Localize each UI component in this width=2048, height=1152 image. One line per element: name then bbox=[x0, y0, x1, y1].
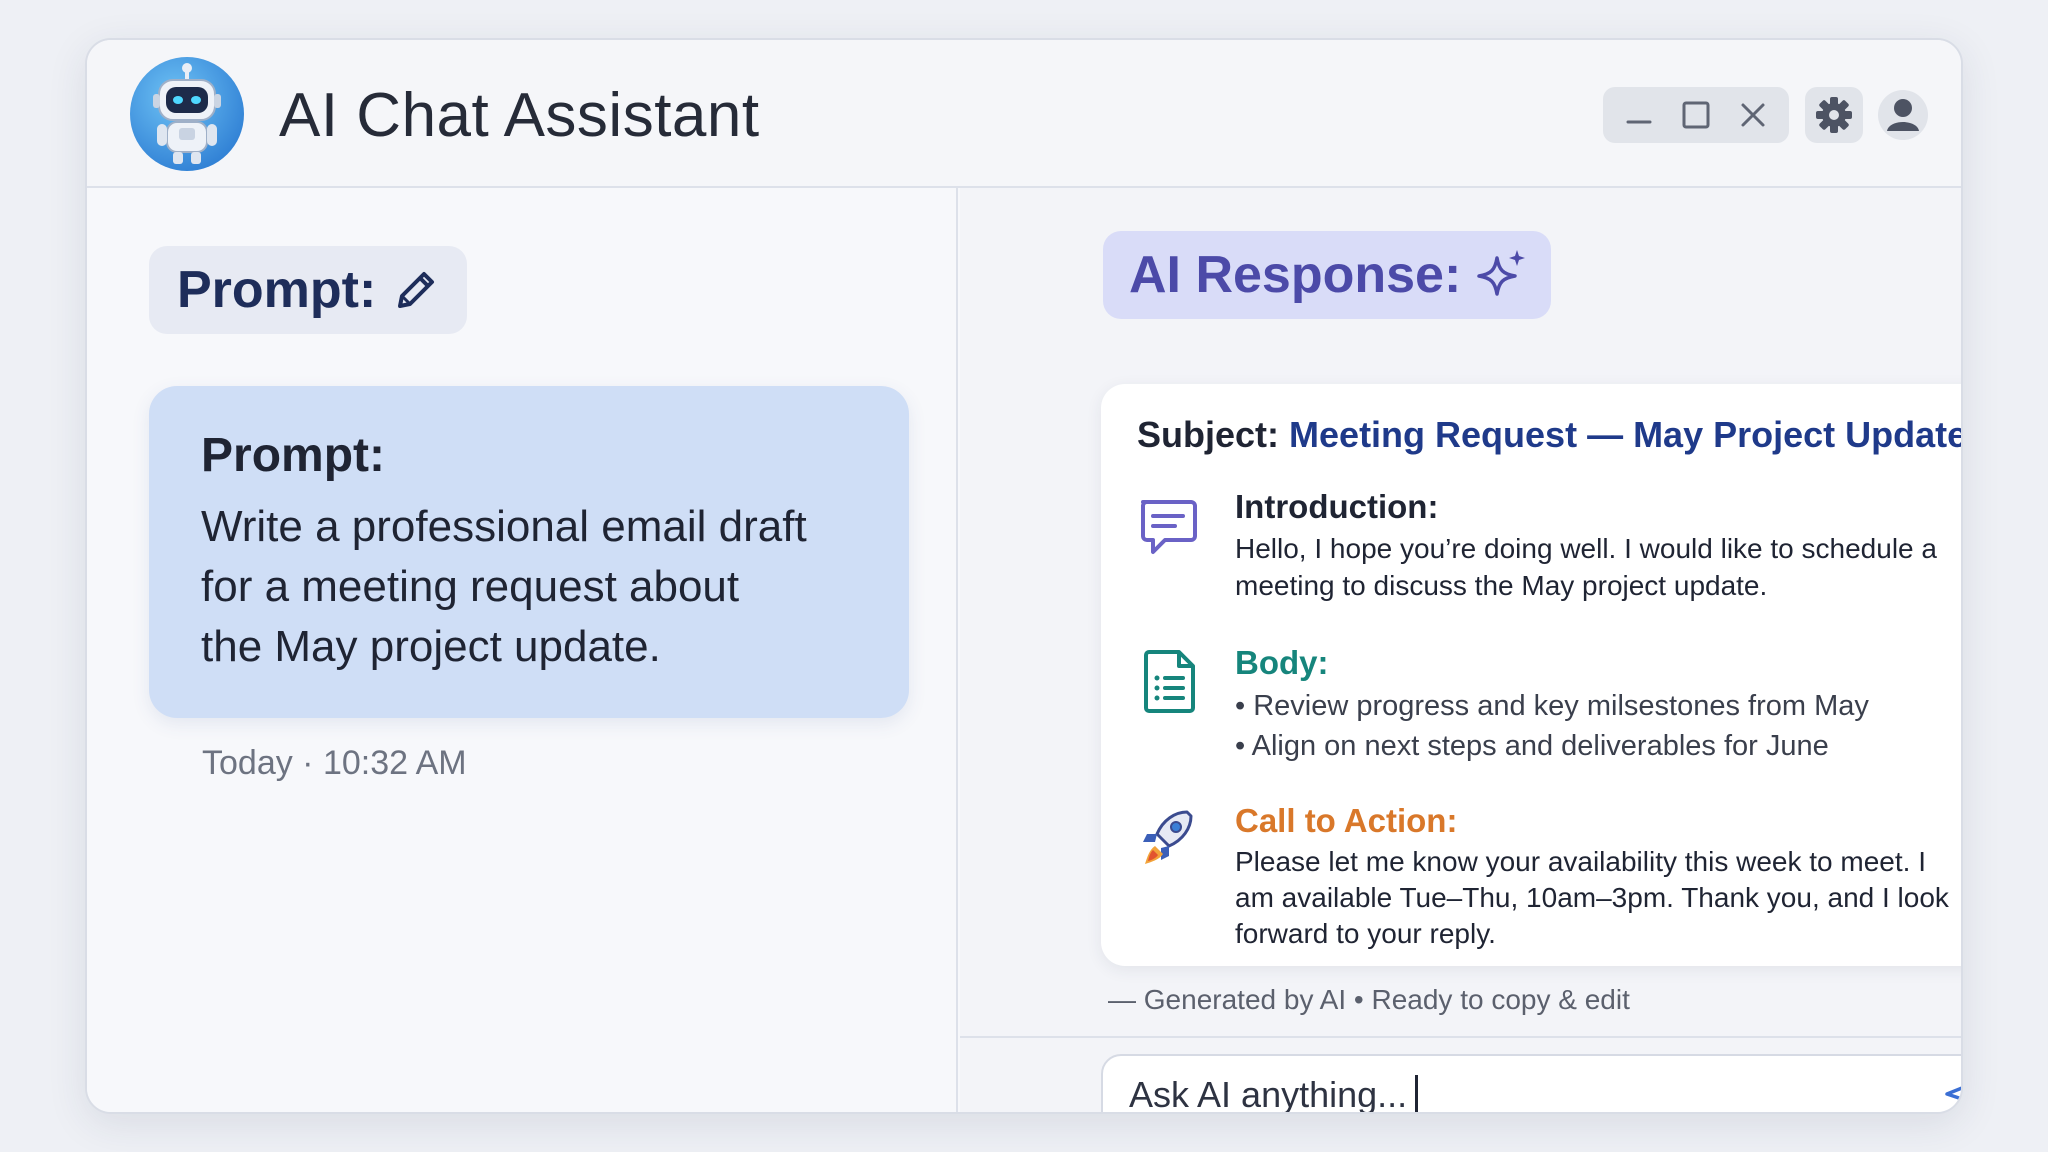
introduction-text: Hello, I hope you’re doing well. I would… bbox=[1235, 530, 1961, 604]
minimize-icon bbox=[1626, 120, 1652, 124]
maximize-icon bbox=[1682, 101, 1710, 129]
subject-value: Meeting Request — May Project Update bbox=[1289, 414, 1963, 455]
subject-label: Subject: bbox=[1137, 414, 1280, 455]
call-to-action-line: forward to your reply. bbox=[1235, 918, 1496, 949]
chat-input-value: Ask AI anything... bbox=[1129, 1074, 1408, 1114]
account-button[interactable] bbox=[1875, 87, 1931, 143]
prompt-chip-label: Prompt: bbox=[177, 261, 377, 319]
email-subject: Subject: Meeting Request — May Project U… bbox=[1137, 414, 1963, 456]
robot-avatar-icon bbox=[130, 57, 244, 171]
call-to-action-line: am available Tue–Thu, 10am–3pm. Thank yo… bbox=[1235, 882, 1949, 913]
prompt-line: for a meeting request about bbox=[201, 562, 740, 611]
rocket-icon bbox=[1143, 810, 1193, 864]
settings-button[interactable] bbox=[1805, 87, 1863, 143]
document-list-icon bbox=[1144, 650, 1195, 713]
user-icon bbox=[1878, 90, 1928, 140]
chat-input-text[interactable]: Ask AI anything... bbox=[1129, 1074, 1419, 1114]
prompt-message-title: Prompt: bbox=[201, 429, 385, 482]
input-divider bbox=[960, 1036, 1961, 1038]
text-caret bbox=[1415, 1075, 1419, 1112]
introduction-heading: Introduction: bbox=[1235, 488, 1439, 525]
maximize-button[interactable] bbox=[1674, 93, 1718, 137]
minimize-button[interactable] bbox=[1617, 93, 1661, 137]
close-icon bbox=[1741, 103, 1765, 127]
chat-bubble-icon bbox=[1141, 500, 1197, 554]
window-controls bbox=[1603, 87, 1789, 143]
call-to-action-heading: Call to Action: bbox=[1235, 802, 1458, 839]
prompt-chip: Prompt: bbox=[149, 246, 467, 334]
response-pane: AI Response: Subject: Meeting Request — … bbox=[960, 188, 1963, 1114]
prompt-line: Write a professional email draft bbox=[201, 502, 807, 551]
introduction-line: Hello, I hope you’re doing well. I would… bbox=[1235, 533, 1937, 564]
body-bullets: • Review progress and key milsestones fr… bbox=[1235, 686, 1961, 766]
email-draft-card: Subject: Meeting Request — May Project U… bbox=[1101, 384, 1963, 966]
body-heading: Body: bbox=[1235, 644, 1329, 681]
prompt-message-text: Write a professional email draft for a m… bbox=[201, 497, 869, 677]
prompt-pane: Prompt: Prompt: Write a professional ema… bbox=[87, 188, 958, 1112]
chat-input[interactable]: Ask AI anything... bbox=[1101, 1054, 1963, 1114]
message-timestamp: Today · 10:32 AM bbox=[202, 744, 467, 782]
pencil-icon bbox=[398, 272, 435, 308]
ai-response-chip-label: AI Response: bbox=[1129, 246, 1462, 304]
app-window: AI Chat Assistant Prompt: Prompt: Write … bbox=[85, 38, 1963, 1114]
prompt-message-bubble: Prompt: Write a professional email draft… bbox=[149, 386, 909, 718]
ai-response-chip: AI Response: bbox=[1103, 231, 1551, 319]
send-icon[interactable] bbox=[1943, 1072, 1963, 1114]
prompt-line: the May project update. bbox=[201, 622, 661, 671]
close-button[interactable] bbox=[1731, 93, 1775, 137]
sparkle-icon bbox=[1477, 250, 1526, 296]
call-to-action-text: Please let me know your availability thi… bbox=[1235, 844, 1961, 952]
app-title: AI Chat Assistant bbox=[279, 81, 760, 150]
title-bar: AI Chat Assistant bbox=[87, 40, 1961, 188]
body-bullet: • Review progress and key milsestones fr… bbox=[1235, 690, 1869, 722]
gear-icon bbox=[1816, 97, 1852, 133]
call-to-action-line: Please let me know your availability thi… bbox=[1235, 846, 1926, 877]
generated-footnote: — Generated by AI • Ready to copy & edit bbox=[1108, 984, 1630, 1015]
introduction-line: meeting to discuss the May project updat… bbox=[1235, 570, 1768, 601]
body-bullet: • Align on next steps and deliverables f… bbox=[1235, 730, 1829, 762]
